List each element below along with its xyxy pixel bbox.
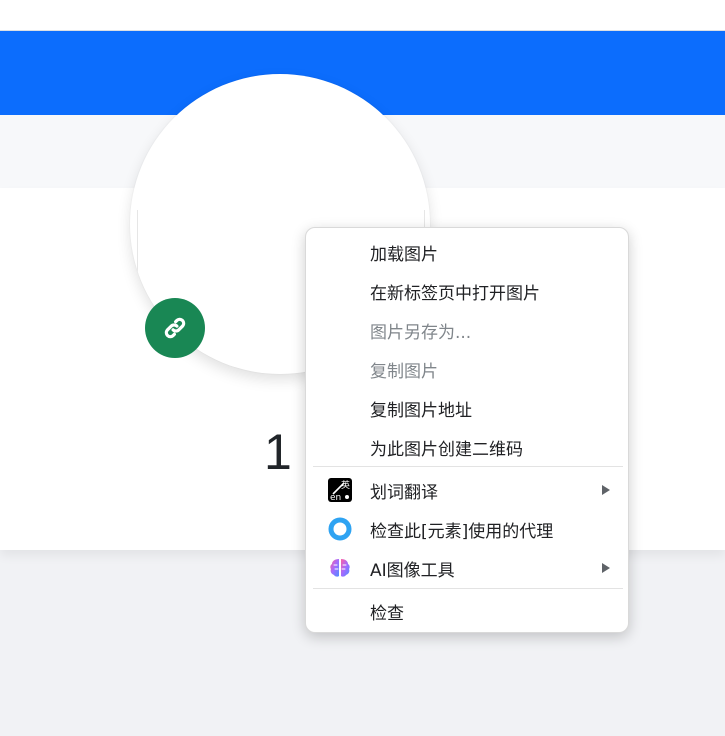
menu-item-inspect[interactable]: 检查 [306,593,628,629]
menu-item-label: 为此图片创建二维码 [370,439,523,460]
translate-extension-icon: 英 en [328,478,352,502]
menu-separator [313,466,623,467]
menu-item-word-translate[interactable]: 英 en 划词翻译 [306,472,628,508]
menu-item-label: 复制图片地址 [370,400,472,421]
link-icon [164,317,186,339]
menu-item-ai-image-tools[interactable]: AI图像工具 [306,550,628,586]
top-strip [0,0,725,31]
proxy-ring-icon [328,517,352,541]
menu-item-load-image[interactable]: 加载图片 [306,234,628,270]
menu-item-label: 复制图片 [370,361,438,382]
menu-item-check-proxy[interactable]: 检查此[元素]使用的代理 [306,511,628,547]
menu-item-label: 划词翻译 [370,482,438,503]
svg-text:en: en [330,493,341,502]
submenu-arrow-icon [602,563,610,573]
menu-item-label: 加载图片 [370,244,438,265]
context-menu: 加载图片 在新标签页中打开图片 图片另存为... 复制图片 复制图片地址 为此图… [305,227,629,633]
submenu-arrow-icon [602,485,610,495]
menu-item-label: 检查 [370,603,404,624]
menu-item-label: 检查此[元素]使用的代理 [370,521,554,542]
menu-item-copy-image[interactable]: 复制图片 [306,351,628,387]
link-badge[interactable] [145,298,205,358]
menu-item-copy-image-address[interactable]: 复制图片地址 [306,390,628,426]
menu-item-save-image-as[interactable]: 图片另存为... [306,312,628,348]
count-number: 1 [264,424,292,480]
menu-item-open-image-new-tab[interactable]: 在新标签页中打开图片 [306,273,628,309]
menu-item-label: AI图像工具 [370,560,455,581]
menu-item-label: 在新标签页中打开图片 [370,283,540,304]
menu-separator [313,588,623,589]
menu-item-create-qr-code[interactable]: 为此图片创建二维码 [306,429,628,465]
ai-brain-icon [328,556,352,580]
menu-item-label: 图片另存为... [370,322,472,343]
